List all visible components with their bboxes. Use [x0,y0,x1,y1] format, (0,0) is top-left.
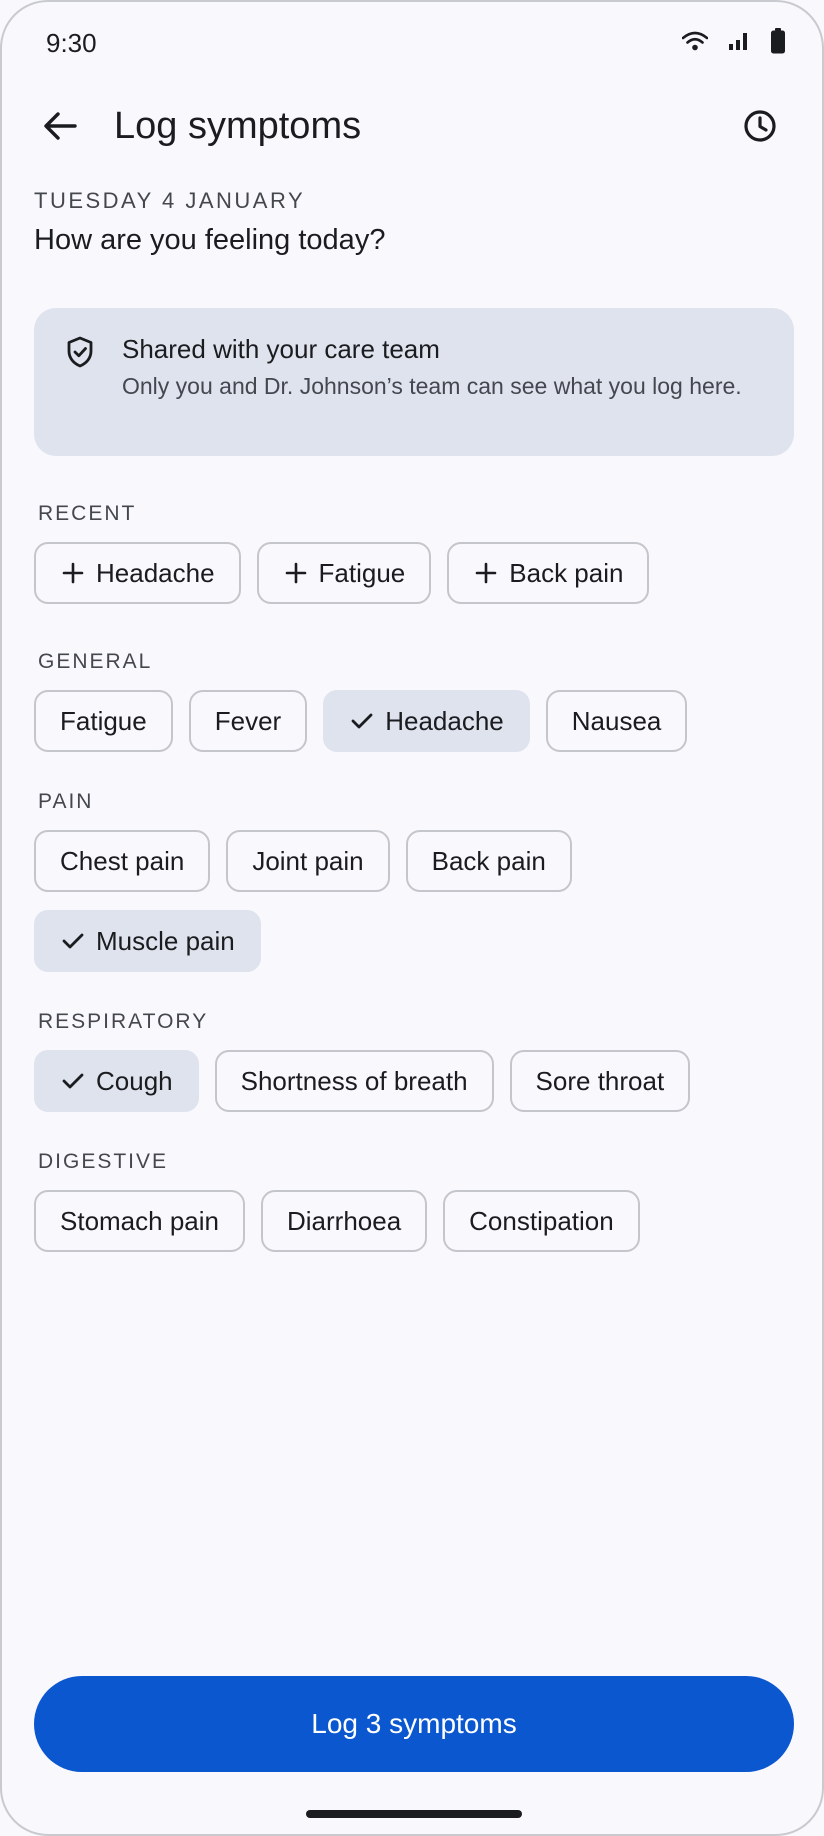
status-time: 9:30 [46,28,97,58]
chip-label: Constipation [469,1205,614,1236]
phone-screen: 9:30 Log symptoms TUESDAY 4 JANUARY How … [0,0,824,1836]
plus-icon [475,562,497,584]
info-card-title: Shared with your care team [122,334,440,364]
filter-chip-joint-pain[interactable]: Joint pain [226,830,390,892]
chip-label: Joint pain [252,845,364,876]
top-app-bar: Log symptoms [2,86,822,166]
filter-chip-headache[interactable]: Headache [323,690,530,752]
filter-chip-fever[interactable]: Fever [188,690,308,752]
log-symptoms-button-label: Log 3 symptoms [311,1708,517,1739]
home-indicator[interactable] [306,1810,522,1818]
clock-icon [743,109,777,148]
suggestion-chip-back-pain[interactable]: Back pain [447,542,650,604]
back-button[interactable] [32,100,88,156]
chip-label: Stomach pain [60,1205,219,1236]
cell-signal-icon [728,31,750,51]
filter-chip-muscle-pain[interactable]: Muscle pain [34,910,261,972]
plus-icon [62,562,84,584]
chip-label: Chest pain [60,845,185,876]
chip-label: Headache [96,557,215,588]
chip-label: Back pain [431,845,546,876]
chip-label: Fever [214,705,282,736]
chip-label: Back pain [509,557,624,588]
arrow-back-icon [43,111,77,146]
chip-label: Nausea [571,705,662,736]
page-title: Log symptoms [114,105,362,147]
filter-chip-chest-pain[interactable]: Chest pain [34,830,211,892]
recent-chip-row: Headache Fatigue Back pain [34,542,650,604]
plus-icon [285,562,307,584]
check-icon [62,932,84,950]
check-icon [62,1072,84,1090]
chip-label: Fatigue [60,705,147,736]
section-label-respiratory: RESPIRATORY [38,1010,209,1033]
suggestion-chip-fatigue[interactable]: Fatigue [256,542,432,604]
section-label-pain: PAIN [38,790,94,813]
section-label-general: GENERAL [38,650,153,673]
pain-chip-row-2: Muscle pain [34,910,261,972]
filter-chip-cough[interactable]: Cough [34,1050,199,1112]
suggestion-chip-headache[interactable]: Headache [34,542,241,604]
question-heading: How are you feeling today? [34,224,386,256]
battery-icon [770,28,786,54]
general-chip-row: Fatigue Fever Headache Nausea [34,690,688,752]
chip-label: Diarrhoea [286,1205,402,1236]
section-label-recent: RECENT [38,502,137,525]
section-label-digestive: DIGESTIVE [38,1150,169,1173]
chip-label: Headache [385,705,504,736]
digestive-chip-row: Stomach pain Diarrhoea Constipation [34,1190,640,1252]
filter-chip-shortness-of-breath[interactable]: Shortness of breath [214,1050,494,1112]
filter-chip-back-pain[interactable]: Back pain [405,830,572,892]
log-symptoms-button[interactable]: Log 3 symptoms [34,1676,794,1772]
filter-chip-sore-throat[interactable]: Sore throat [509,1050,691,1112]
respiratory-chip-row: Cough Shortness of breath Sore throat [34,1050,691,1112]
date-label: TUESDAY 4 JANUARY [34,188,306,213]
filter-chip-diarrhoea[interactable]: Diarrhoea [260,1190,428,1252]
chip-label: Sore throat [535,1065,665,1096]
filter-chip-constipation[interactable]: Constipation [443,1190,640,1252]
filter-chip-nausea[interactable]: Nausea [545,690,688,752]
filter-chip-stomach-pain[interactable]: Stomach pain [34,1190,245,1252]
wifi-icon [682,31,708,51]
status-bar: 9:30 [2,2,822,86]
info-card-body: Only you and Dr. Johnson’s team can see … [122,373,742,399]
care-team-info-card: Shared with your care team Only you and … [34,308,794,456]
status-icons [682,28,786,54]
history-button[interactable] [732,100,788,156]
chip-label: Cough [96,1065,173,1096]
chip-label: Muscle pain [96,925,235,956]
chip-label: Fatigue [318,557,406,588]
chip-label: Shortness of breath [240,1065,468,1096]
filter-chip-fatigue[interactable]: Fatigue [34,690,173,752]
shield-check-icon [66,336,94,373]
pain-chip-row: Chest pain Joint pain Back pain [34,830,572,892]
check-icon [351,712,373,730]
